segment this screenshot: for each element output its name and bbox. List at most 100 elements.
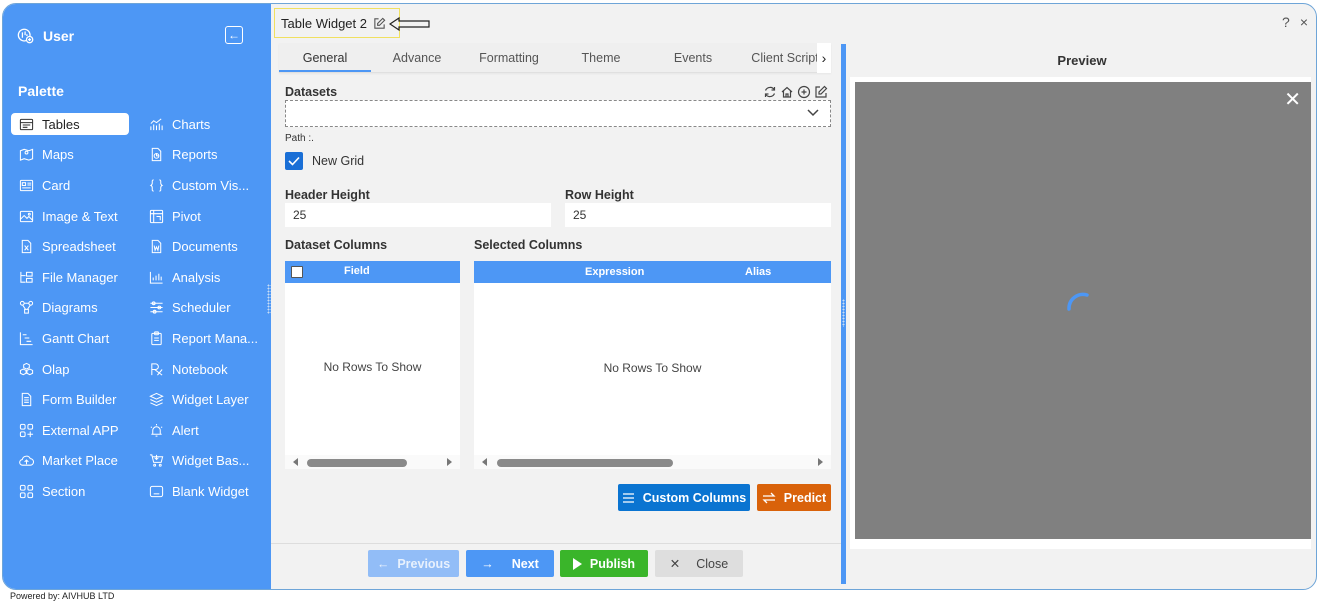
grid-header: Expression Alias (474, 261, 831, 283)
tab-advance[interactable]: Advance (371, 43, 463, 72)
palette-item-documents[interactable]: Documents (141, 231, 263, 262)
palette-item-label: Custom Vis... (172, 177, 250, 193)
custom-columns-button[interactable]: Custom Columns (618, 484, 750, 511)
palette-item-label: Reports (172, 147, 218, 163)
palette-item-label: Analysis (172, 269, 221, 285)
dataset-actions (763, 85, 828, 99)
tab-events[interactable]: Events (647, 43, 739, 72)
empty-state-text: No Rows To Show (603, 361, 702, 375)
palette-item-spreadsheet[interactable]: Spreadsheet (11, 231, 129, 262)
cloud-upload-icon (19, 455, 34, 467)
palette-item-maps[interactable]: Maps (11, 140, 129, 171)
window-controls: ? × (1282, 14, 1308, 30)
palette-item-scheduler[interactable]: Scheduler (141, 293, 263, 324)
refresh-icon[interactable] (763, 85, 777, 99)
edit-title-icon[interactable] (373, 17, 386, 30)
new-grid-checkbox[interactable] (285, 152, 303, 170)
palette-item-diagrams[interactable]: Diagrams (11, 293, 129, 324)
palette-item-tables[interactable]: Tables (11, 113, 129, 135)
chevron-right-icon: › (821, 50, 827, 66)
palette-item-reports[interactable]: Reports (141, 140, 263, 171)
close-preview-icon[interactable]: ✕ (1284, 87, 1301, 112)
palette-item-label: Section (42, 483, 86, 499)
section-icon (19, 484, 34, 499)
column-header-alias[interactable]: Alias (745, 266, 771, 278)
publish-button[interactable]: Publish (560, 550, 648, 577)
help-button[interactable]: ? (1282, 14, 1290, 30)
widget-editor-window: User ← Palette Tables Charts Maps Reports Ca… (2, 3, 1317, 590)
palette-item-olap[interactable]: Olap (11, 354, 129, 385)
palette-item-card[interactable]: Card (11, 170, 129, 201)
checkmark-icon (288, 156, 300, 166)
collapse-sidebar-button[interactable]: ← (225, 26, 243, 44)
cart-icon (149, 454, 164, 467)
palette-item-label: Widget Layer (172, 392, 249, 408)
palette-item-alert[interactable]: Alert (141, 415, 263, 446)
publish-label: Publish (589, 556, 636, 571)
palette-item-market-place[interactable]: Market Place (11, 446, 129, 477)
add-circle-icon[interactable] (797, 85, 811, 99)
horizontal-scrollbar[interactable] (474, 455, 831, 469)
palette-item-label: Spreadsheet (42, 239, 116, 255)
scroll-right-icon[interactable] (818, 458, 823, 466)
column-header-expression[interactable]: Expression (585, 266, 644, 278)
row-height-label: Row Height (565, 188, 634, 202)
clipboard-icon (151, 331, 162, 346)
palette-item-label: Alert (172, 422, 199, 438)
tab-theme[interactable]: Theme (555, 43, 647, 72)
play-icon (572, 557, 582, 570)
braces-icon (149, 179, 164, 192)
palette-item-gantt-chart[interactable]: Gantt Chart (11, 323, 129, 354)
palette-grid: Tables Charts Maps Reports Card Custom Vis...… (11, 109, 263, 507)
user-menu[interactable]: User (17, 27, 74, 45)
palette-item-image-text[interactable]: Image & Text (11, 201, 129, 232)
palette-item-pivot[interactable]: Pivot (141, 201, 263, 232)
scroll-right-icon[interactable] (447, 458, 452, 466)
analysis-icon (149, 271, 163, 284)
close-label: Close (696, 556, 729, 571)
palette-item-label: Maps (42, 147, 74, 163)
next-button[interactable]: → Next (466, 550, 554, 577)
palette-item-analysis[interactable]: Analysis (141, 262, 263, 293)
close-button[interactable]: ✕ Close (655, 550, 743, 577)
home-icon[interactable] (780, 85, 794, 99)
previous-button[interactable]: ← Previous (368, 550, 459, 577)
tab-general[interactable]: General (279, 43, 371, 72)
horizontal-scrollbar[interactable] (285, 455, 460, 469)
palette-item-blank-widget[interactable]: Blank Widget (141, 476, 263, 507)
window-close-button[interactable]: × (1300, 14, 1308, 30)
palette-item-label: Diagrams (42, 300, 98, 316)
palette-item-label: Blank Widget (172, 483, 249, 499)
selected-columns-grid: Expression Alias No Rows To Show (474, 261, 831, 469)
row-height-input[interactable] (565, 203, 831, 227)
dataset-columns-label: Dataset Columns (285, 238, 388, 252)
predict-button[interactable]: Predict (757, 484, 831, 511)
palette-item-section[interactable]: Section (11, 476, 129, 507)
predict-label: Predict (783, 490, 827, 505)
palette-sidebar: User ← Palette Tables Charts Maps Reports Ca… (3, 4, 271, 589)
palette-item-charts[interactable]: Charts (141, 109, 263, 140)
palette-item-report-mana[interactable]: Report Mana... (141, 323, 263, 354)
scrollbar-thumb[interactable] (307, 459, 407, 467)
select-all-checkbox[interactable] (291, 266, 303, 278)
palette-item-external-app[interactable]: External APP (11, 415, 129, 446)
widget-title: Table Widget 2 (274, 8, 400, 38)
datasets-label: Datasets (285, 85, 338, 99)
palette-item-label: Pivot (172, 208, 201, 224)
palette-item-form-builder[interactable]: Form Builder (11, 384, 129, 415)
tabs-scroll-right-button[interactable]: › (817, 43, 831, 73)
palette-item-file-manager[interactable]: File Manager (11, 262, 129, 293)
scroll-left-icon[interactable] (293, 458, 298, 466)
palette-item-custom-vis[interactable]: Custom Vis... (141, 170, 263, 201)
scroll-left-icon[interactable] (482, 458, 487, 466)
palette-item-label: External APP (42, 422, 119, 438)
palette-item-notebook[interactable]: Notebook (141, 354, 263, 385)
scrollbar-thumb[interactable] (497, 459, 673, 467)
dataset-select[interactable] (285, 100, 831, 127)
palette-item-widget-bas[interactable]: Widget Bas... (141, 446, 263, 477)
column-header-field[interactable]: Field (344, 265, 370, 277)
tab-formatting[interactable]: Formatting (463, 43, 555, 72)
edit-icon[interactable] (814, 85, 828, 99)
palette-item-widget-layer[interactable]: Widget Layer (141, 384, 263, 415)
header-height-input[interactable] (285, 203, 551, 227)
